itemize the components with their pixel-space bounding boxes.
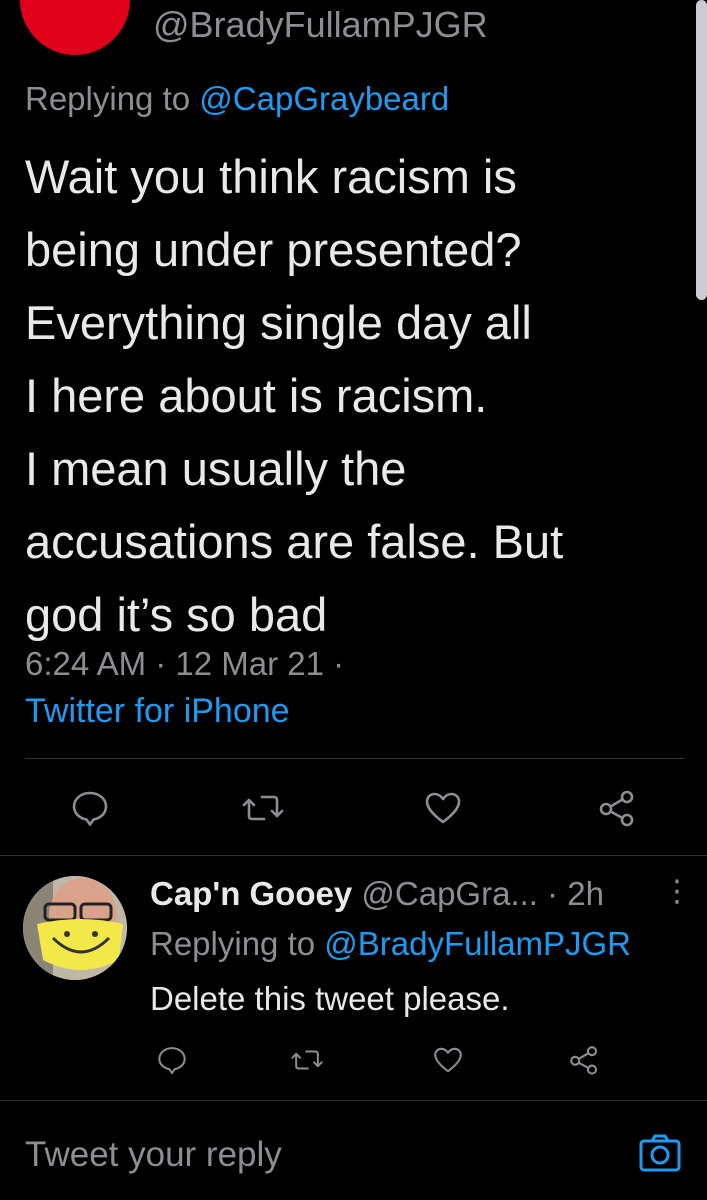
camera-icon: [639, 1134, 681, 1172]
reply-age: · 2h: [547, 875, 604, 912]
scrollbar[interactable]: [696, 0, 707, 300]
retweet-button[interactable]: [233, 783, 293, 833]
divider: [25, 758, 685, 759]
reply-composer-input[interactable]: Tweet your reply: [25, 1135, 282, 1175]
share-icon: [599, 790, 634, 827]
camera-button[interactable]: [638, 1133, 682, 1173]
reply-reply-button[interactable]: [150, 1040, 194, 1080]
reply-author-avatar[interactable]: [23, 876, 127, 980]
reply-like-button[interactable]: [426, 1040, 470, 1080]
reply-replying-to-mention[interactable]: @BradyFullamPJGR: [324, 925, 631, 962]
reply-replying-prefix: Replying to: [150, 925, 316, 962]
reply-share-button[interactable]: [562, 1040, 606, 1080]
share-button[interactable]: [587, 783, 647, 833]
retweet-icon: [291, 1050, 323, 1070]
author-avatar[interactable]: [20, 0, 130, 55]
like-icon: [425, 792, 461, 824]
retweet-icon: [242, 795, 284, 821]
reply-header: Cap'n Gooey @CapGra... · 2h: [150, 875, 604, 913]
replying-to-mention[interactable]: @CapGraybeard: [199, 80, 449, 117]
reply-icon: [158, 1047, 186, 1075]
more-options-icon[interactable]: ⋮: [662, 874, 692, 909]
reply-button[interactable]: [60, 783, 120, 833]
reply-retweet-button[interactable]: [285, 1040, 329, 1080]
author-handle[interactable]: @BradyFullamPJGR: [153, 4, 488, 46]
reply-icon: [72, 791, 108, 826]
avatar-image: [23, 876, 127, 980]
divider: [0, 1100, 707, 1101]
tweet-text: Wait you think racism is being under pre…: [25, 150, 564, 641]
tweet-source-link[interactable]: Twitter for iPhone: [25, 692, 290, 731]
reply-text: Delete this tweet please.: [150, 980, 510, 1017]
like-icon: [434, 1047, 462, 1073]
reply-author-name[interactable]: Cap'n Gooey: [150, 875, 352, 912]
divider: [0, 855, 707, 856]
like-button[interactable]: [413, 783, 473, 833]
share-icon: [570, 1046, 598, 1075]
replying-prefix: Replying to: [25, 80, 191, 117]
reply-author-handle[interactable]: @CapGra...: [361, 875, 538, 912]
replying-to-line: Replying to @CapGraybeard: [25, 80, 449, 118]
reply-replying-to-line: Replying to @BradyFullamPJGR: [150, 925, 631, 963]
tweet-timestamp: 6:24 AM · 12 Mar 21 ·: [25, 645, 345, 682]
